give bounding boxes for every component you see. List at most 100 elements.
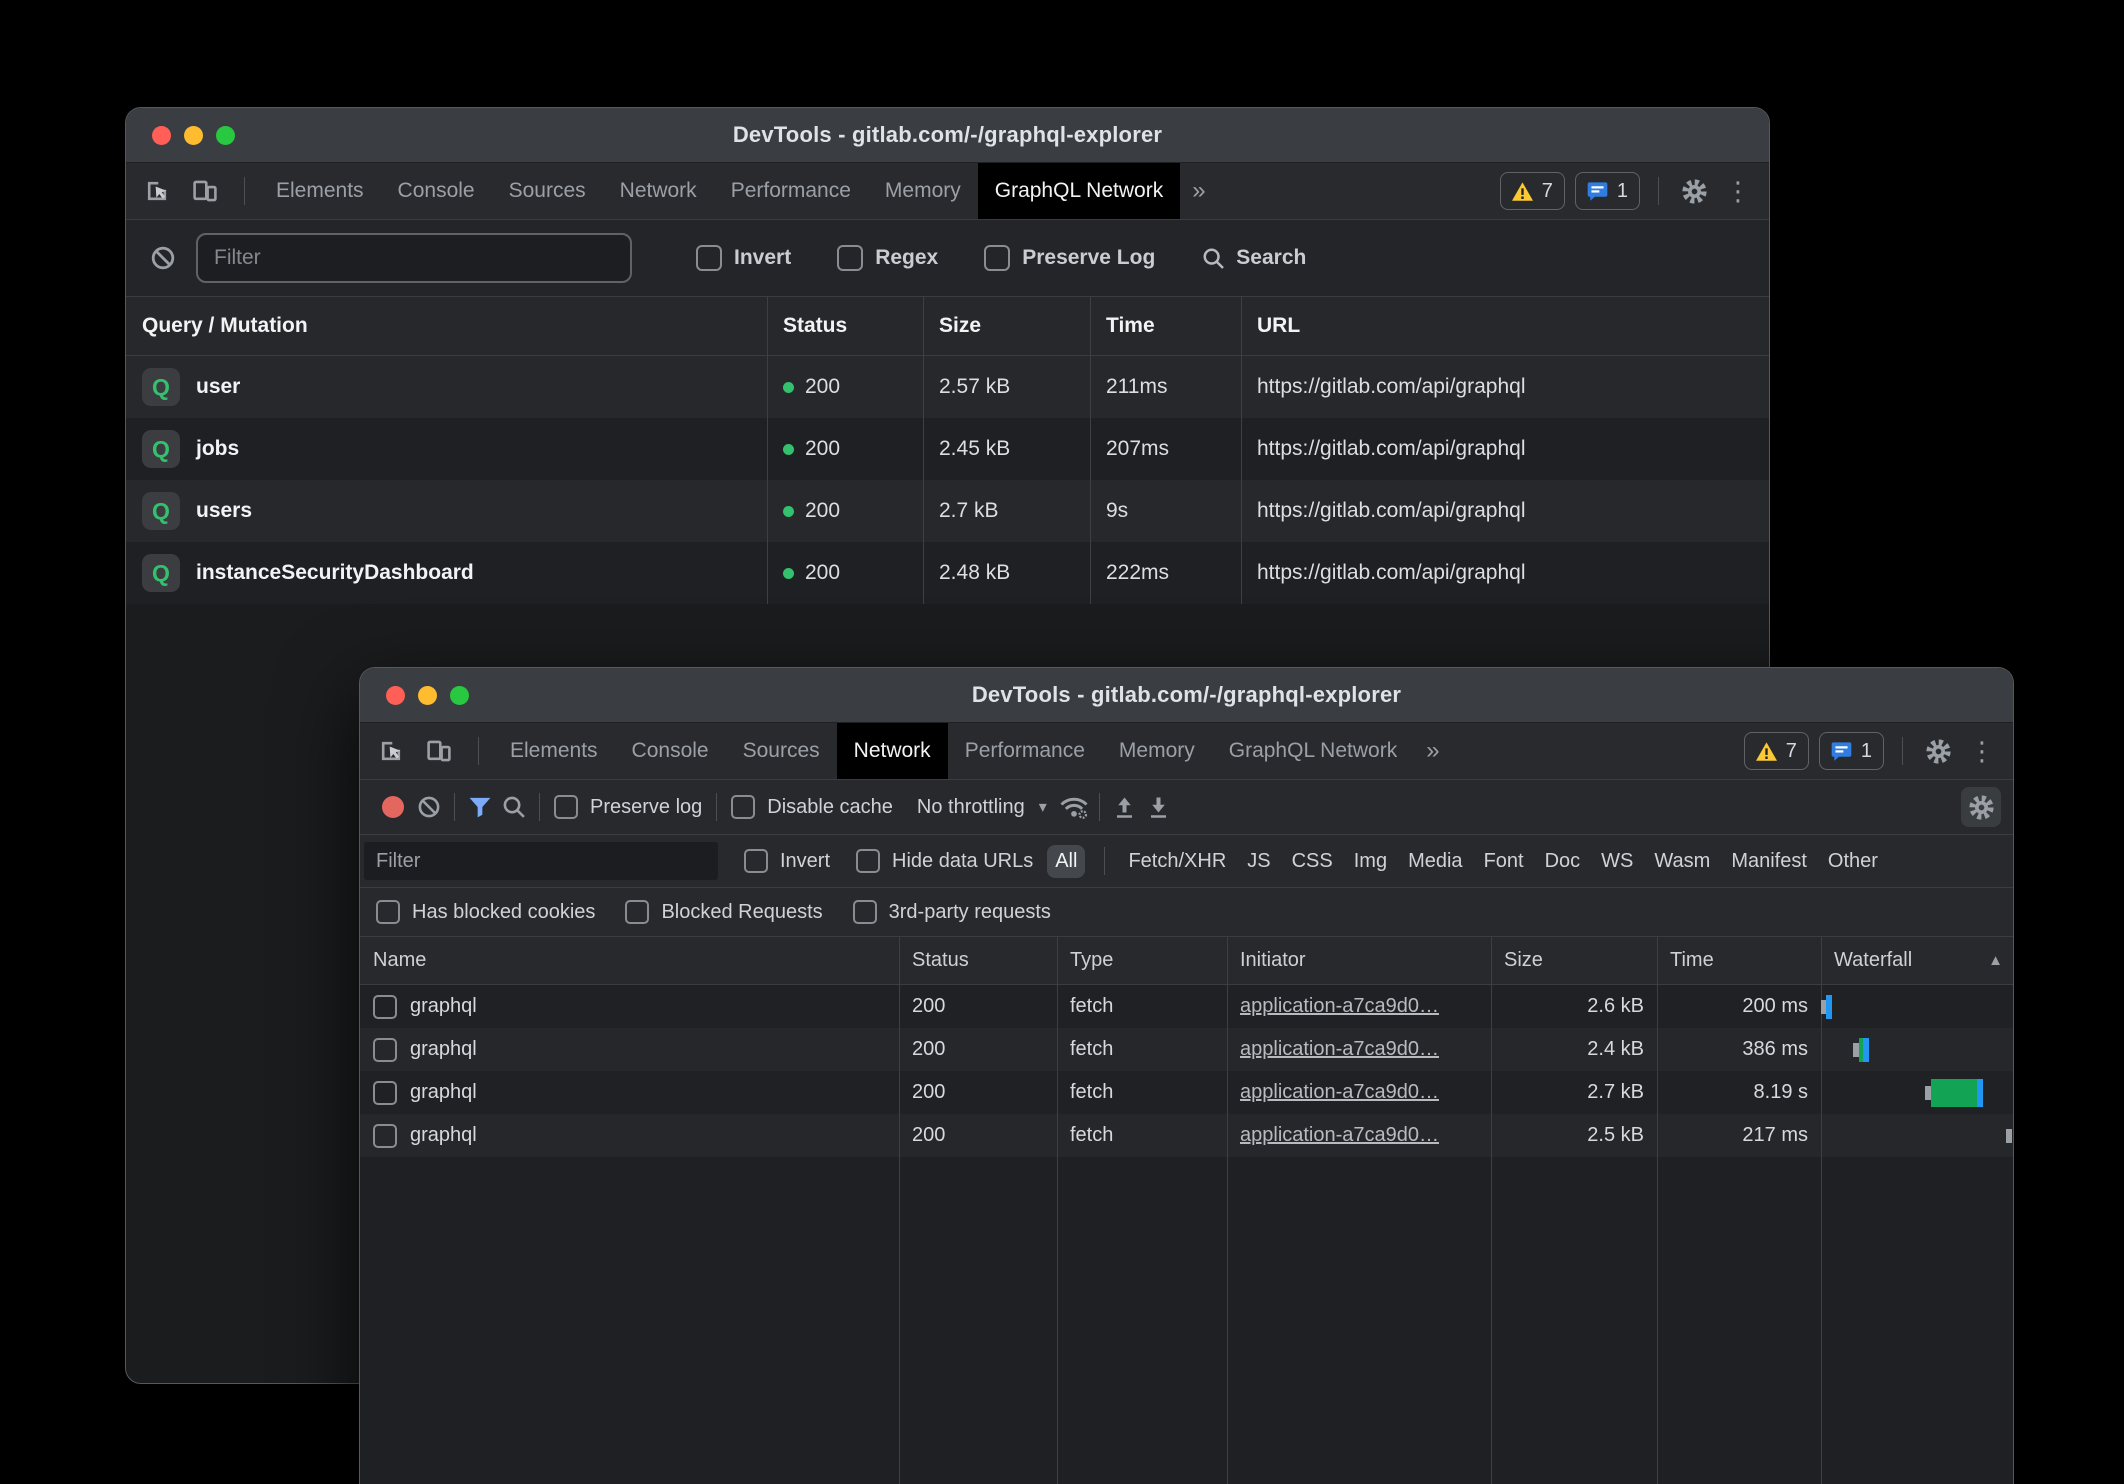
tab-graphql-network[interactable]: GraphQL Network	[978, 163, 1180, 219]
inspect-element-icon[interactable]	[374, 734, 408, 768]
col-name[interactable]: Name	[360, 937, 899, 984]
col-type[interactable]: Type	[1057, 937, 1227, 984]
settings-gear-icon[interactable]	[1677, 174, 1711, 208]
minimize-button[interactable]	[184, 126, 203, 145]
filter-funnel-icon[interactable]	[463, 790, 497, 824]
col-status[interactable]: Status	[899, 937, 1057, 984]
tab-sources[interactable]: Sources	[492, 163, 603, 219]
col-time[interactable]: Time	[1090, 297, 1241, 355]
import-har-icon[interactable]	[1108, 790, 1142, 824]
minimize-button[interactable]	[418, 686, 437, 705]
tab-network[interactable]: Network	[837, 723, 948, 779]
type-filter-manifest[interactable]: Manifest	[1731, 850, 1807, 873]
type-filter-ws[interactable]: WS	[1601, 850, 1633, 873]
clear-icon[interactable]	[412, 790, 446, 824]
type-filter-wasm[interactable]: Wasm	[1654, 850, 1710, 873]
search-button[interactable]: Search	[1201, 246, 1306, 271]
preserve-log-checkbox[interactable]: Preserve Log	[984, 245, 1155, 271]
tab-performance[interactable]: Performance	[948, 723, 1102, 779]
invert-checkbox[interactable]: Invert	[744, 849, 830, 873]
type-filter-other[interactable]: Other	[1828, 850, 1878, 873]
settings-gear-icon[interactable]	[1921, 734, 1955, 768]
device-toolbar-icon[interactable]	[422, 734, 456, 768]
tab-elements[interactable]: Elements	[493, 723, 615, 779]
search-icon[interactable]	[497, 790, 531, 824]
invert-checkbox[interactable]: Invert	[696, 245, 791, 271]
tab-elements[interactable]: Elements	[259, 163, 381, 219]
network-settings-gear-icon[interactable]	[1961, 787, 2001, 827]
col-url[interactable]: URL	[1241, 297, 1769, 355]
column-divider[interactable]	[1227, 937, 1228, 1484]
preserve-log-checkbox[interactable]: Preserve log	[554, 795, 702, 819]
tab-sources[interactable]: Sources	[726, 723, 837, 779]
initiator-link[interactable]: application-a7ca9d0…	[1240, 995, 1439, 1018]
col-initiator[interactable]: Initiator	[1227, 937, 1491, 984]
zoom-button[interactable]	[450, 686, 469, 705]
warnings-badge[interactable]: 7	[1500, 172, 1565, 210]
more-tabs-icon[interactable]: »	[1414, 723, 1451, 779]
disable-cache-checkbox[interactable]: Disable cache	[731, 795, 893, 819]
filter-input[interactable]	[364, 842, 718, 880]
row-checkbox[interactable]	[373, 1081, 397, 1105]
zoom-button[interactable]	[216, 126, 235, 145]
query-row[interactable]: Quser 200 2.57 kB 211ms https://gitlab.c…	[126, 356, 1769, 418]
throttling-dropdown[interactable]: No throttling ▾	[917, 796, 1047, 819]
col-size[interactable]: Size	[923, 297, 1090, 355]
query-row[interactable]: Qjobs 200 2.45 kB 207ms https://gitlab.c…	[126, 418, 1769, 480]
column-divider[interactable]	[1241, 297, 1242, 604]
regex-checkbox[interactable]: Regex	[837, 245, 938, 271]
tab-console[interactable]: Console	[381, 163, 492, 219]
column-divider[interactable]	[899, 937, 900, 1484]
row-checkbox[interactable]	[373, 995, 397, 1019]
col-size[interactable]: Size	[1491, 937, 1657, 984]
more-tabs-icon[interactable]: »	[1180, 163, 1217, 219]
tab-memory[interactable]: Memory	[868, 163, 978, 219]
inspect-element-icon[interactable]	[140, 174, 174, 208]
record-button[interactable]	[382, 796, 404, 818]
query-row[interactable]: QinstanceSecurityDashboard 200 2.48 kB 2…	[126, 542, 1769, 604]
column-divider[interactable]	[767, 297, 768, 604]
tab-console[interactable]: Console	[615, 723, 726, 779]
type-filter-all[interactable]: All	[1047, 845, 1085, 878]
col-status[interactable]: Status	[767, 297, 923, 355]
col-query-mutation[interactable]: Query / Mutation	[126, 297, 767, 355]
tab-performance[interactable]: Performance	[714, 163, 868, 219]
clear-icon[interactable]	[146, 241, 180, 275]
col-time[interactable]: Time	[1657, 937, 1821, 984]
hide-data-urls-checkbox[interactable]: Hide data URLs	[856, 849, 1033, 873]
close-button[interactable]	[152, 126, 171, 145]
tab-network[interactable]: Network	[603, 163, 714, 219]
request-row[interactable]: graphql 200 fetch application-a7ca9d0… 2…	[360, 985, 2013, 1028]
column-divider[interactable]	[1491, 937, 1492, 1484]
type-filter-img[interactable]: Img	[1354, 850, 1387, 873]
type-filter-js[interactable]: JS	[1247, 850, 1270, 873]
column-divider[interactable]	[923, 297, 924, 604]
export-har-icon[interactable]	[1142, 790, 1176, 824]
network-conditions-icon[interactable]	[1057, 790, 1091, 824]
issues-badge[interactable]: 1	[1819, 732, 1884, 770]
type-filter-doc[interactable]: Doc	[1545, 850, 1581, 873]
initiator-link[interactable]: application-a7ca9d0…	[1240, 1038, 1439, 1061]
type-filter-fetch-xhr[interactable]: Fetch/XHR	[1128, 850, 1226, 873]
issues-badge[interactable]: 1	[1575, 172, 1640, 210]
warnings-badge[interactable]: 7	[1744, 732, 1809, 770]
column-divider[interactable]	[1657, 937, 1658, 1484]
request-row[interactable]: graphql 200 fetch application-a7ca9d0… 2…	[360, 1028, 2013, 1071]
close-button[interactable]	[386, 686, 405, 705]
blocked-requests-checkbox[interactable]: Blocked Requests	[625, 900, 822, 924]
tab-graphql-network[interactable]: GraphQL Network	[1212, 723, 1414, 779]
initiator-link[interactable]: application-a7ca9d0…	[1240, 1124, 1439, 1147]
column-divider[interactable]	[1090, 297, 1091, 604]
column-divider[interactable]	[1057, 937, 1058, 1484]
initiator-link[interactable]: application-a7ca9d0…	[1240, 1081, 1439, 1104]
request-row[interactable]: graphql 200 fetch application-a7ca9d0… 2…	[360, 1071, 2013, 1114]
row-checkbox[interactable]	[373, 1124, 397, 1148]
row-checkbox[interactable]	[373, 1038, 397, 1062]
kebab-menu-icon[interactable]: ⋮	[1721, 174, 1755, 208]
query-row[interactable]: Qusers 200 2.7 kB 9s https://gitlab.com/…	[126, 480, 1769, 542]
has-blocked-cookies-checkbox[interactable]: Has blocked cookies	[376, 900, 595, 924]
filter-input[interactable]	[196, 233, 632, 283]
third-party-requests-checkbox[interactable]: 3rd-party requests	[853, 900, 1051, 924]
kebab-menu-icon[interactable]: ⋮	[1965, 734, 1999, 768]
request-row[interactable]: graphql 200 fetch application-a7ca9d0… 2…	[360, 1114, 2013, 1157]
